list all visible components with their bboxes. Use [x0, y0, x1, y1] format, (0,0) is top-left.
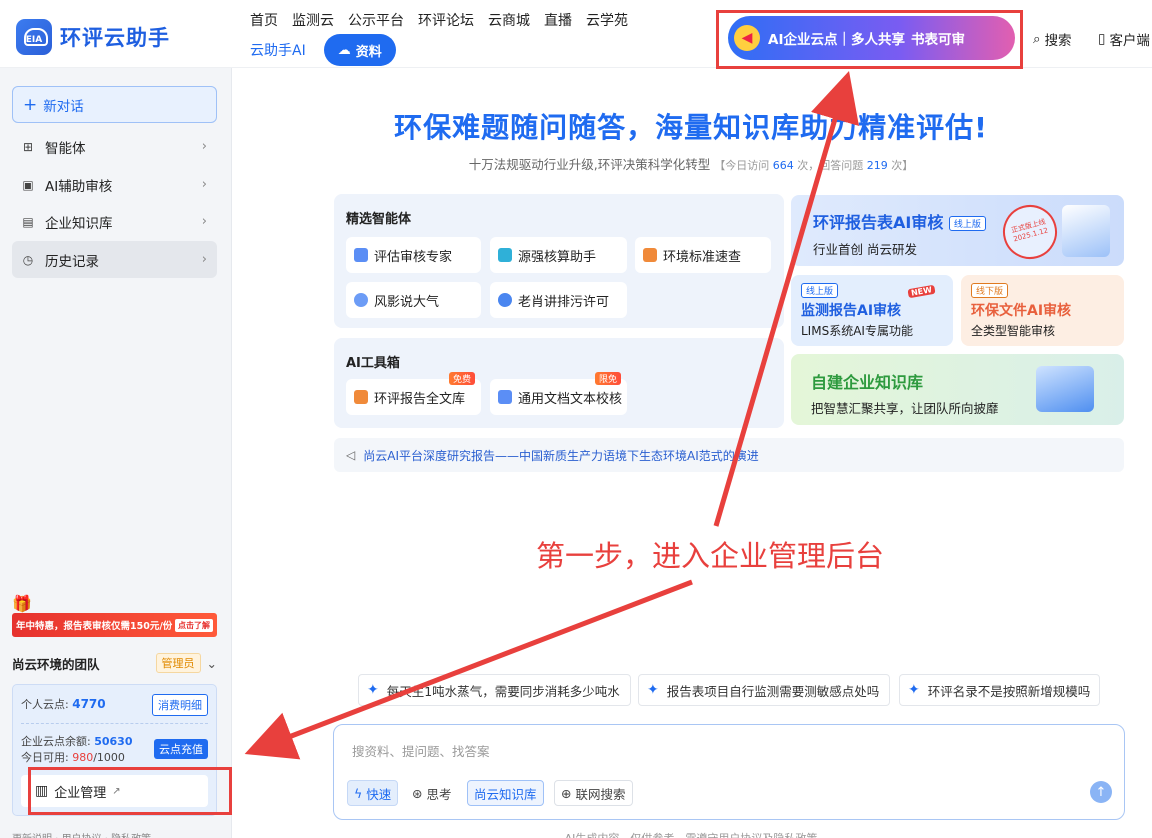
agent-standard-lookup[interactable]: 环境标准速查 — [635, 237, 771, 273]
chevron-right-icon: › — [201, 177, 207, 192]
divider — [21, 723, 208, 724]
materials-button[interactable]: ☁ 资料 — [323, 34, 396, 66]
ai-toolbox-panel: AI工具箱 环评报告全文库 免费 通用文档文本校核 限免 — [334, 338, 784, 428]
chevron-right-icon: › — [201, 139, 207, 154]
grid-icon: ⊞ — [22, 139, 34, 154]
chat-input-box[interactable]: 搜资料、提问题、找答案 ϟ 快速 ⊛ 思考 尚云知识库 ⊕ 联网搜索 ↑ — [333, 724, 1125, 820]
agent-icon — [354, 248, 368, 262]
agent-icon — [643, 248, 657, 262]
sparkle-icon: ✦ — [367, 682, 379, 698]
role-badge: 管理员 — [155, 653, 201, 673]
nav-cloud-mall[interactable]: 云商城 — [488, 10, 530, 30]
sparkle-icon: ✦ — [908, 682, 920, 698]
ai-icon: ▣ — [22, 177, 34, 192]
hero-title: 环保难题随问随答，海量知识库助力精准评估! — [394, 111, 988, 144]
promo-banner[interactable]: 年中特惠，报告表审核仅需150元/份 点击了解 — [12, 613, 217, 637]
sidebar-item-agents[interactable]: ⊞ 智能体 › — [12, 128, 217, 165]
chevron-right-icon: › — [201, 252, 207, 267]
annotation-box-banner — [716, 10, 1023, 69]
suggestion-chip[interactable]: ✦ 环评名录不是按照新增规模吗 — [899, 674, 1100, 706]
chevron-down-icon: ⌄ — [206, 655, 217, 671]
card-enterprise-kb[interactable]: 自建企业知识库 把智慧汇聚共享，让团队所向披靡 — [791, 354, 1124, 425]
app-logo[interactable]: EIA 环评云助手 — [16, 19, 170, 55]
sidebar-item-knowledge-base[interactable]: ▤ 企业知识库 › — [12, 203, 217, 240]
client-link[interactable]: ▯ 客户端 — [1098, 29, 1150, 49]
new-badge: NEW — [907, 284, 936, 299]
sidebar: + 新对话 ⊞ 智能体 › ▣ AI辅助审核 › ▤ 企业知识库 › ◷ 历史记… — [0, 68, 232, 838]
knowledge-base-toggle[interactable]: 尚云知识库 — [467, 780, 544, 806]
card-monitoring-review[interactable]: 线上版 监测报告AI审核 NEW LIMS系统AI专属功能 — [791, 275, 953, 346]
new-chat-button[interactable]: + 新对话 — [12, 86, 217, 123]
suggestion-chip[interactable]: ✦ 每天生1吨水蒸气，需要同步消耗多少吨水 — [358, 674, 631, 706]
suggestion-chip[interactable]: ✦ 报告表项目自行监测需要测敏感点处吗 — [638, 674, 890, 706]
knowledge-illustration-icon — [1036, 366, 1094, 412]
agent-icon — [498, 293, 512, 307]
nav-public-platform[interactable]: 公示平台 — [348, 10, 404, 30]
gift-icon: 🎁 — [12, 594, 32, 613]
top-header: EIA 环评云助手 首页 监测云 公示平台 环评论坛 云商城 直播 云学苑 云助… — [0, 0, 1152, 69]
chevron-right-icon: › — [201, 214, 207, 229]
globe-icon: ⊕ — [561, 785, 572, 801]
card-env-file-review[interactable]: 线下版 环保文件AI审核 全类型智能审核 — [961, 275, 1124, 346]
annotation-box-enterprise — [28, 767, 232, 815]
speaker-icon: ◁ — [346, 448, 356, 462]
personal-points: 个人云点: 4770 — [21, 697, 106, 711]
sparkle-icon: ✦ — [647, 682, 659, 698]
agent-permit[interactable]: 老肖讲排污许可 — [490, 282, 627, 318]
annotation-step-one: 第一步，进入企业管理后台 — [536, 539, 885, 573]
document-icon — [354, 390, 368, 404]
agent-review-expert[interactable]: 评估审核专家 — [346, 237, 481, 273]
nav-monitor-cloud[interactable]: 监测云 — [292, 10, 334, 30]
cloud-logo-icon: EIA — [16, 19, 52, 55]
tool-report-library[interactable]: 环评报告全文库 免费 — [346, 372, 481, 415]
search-icon: ⌕ — [1033, 31, 1041, 47]
nav-live[interactable]: 直播 — [544, 10, 572, 30]
phone-icon: ▯ — [1098, 31, 1106, 47]
nav-forum[interactable]: 环评论坛 — [418, 10, 474, 30]
arrow-up-icon: ↑ — [1095, 784, 1107, 800]
mode-fast-toggle[interactable]: ϟ 快速 — [347, 780, 399, 806]
team-selector[interactable]: 尚云环境的团队 管理员 ⌄ — [12, 653, 217, 673]
ai-disclaimer: AI生成内容，仅供参考，需遵守用户协议及隐私政策 — [0, 830, 1152, 838]
sidebar-item-history[interactable]: ◷ 历史记录 › — [12, 241, 217, 278]
agent-source-calc[interactable]: 源强核算助手 — [490, 237, 627, 273]
agent-icon — [498, 248, 512, 262]
cloud-upload-icon: ☁ — [337, 42, 351, 58]
search-link[interactable]: ⌕ 搜索 — [1033, 29, 1072, 49]
plus-icon: + — [23, 94, 38, 115]
nav-academy[interactable]: 云学苑 — [586, 10, 628, 30]
app-name: 环评云助手 — [60, 26, 170, 50]
atom-icon: ⊛ — [412, 785, 423, 801]
nav-home[interactable]: 首页 — [250, 10, 278, 30]
secondary-nav: 云助手AI ☁ 资料 — [250, 34, 396, 66]
agent-icon — [354, 293, 368, 307]
hero-subtitle: 十万法规驱动行业升级,环评决策科学化转型 【今日访问 664 次，回答问题 21… — [468, 157, 914, 172]
featured-agents-panel: 精选智能体 评估审核专家 源强核算助手 环境标准速查 风影说大气 老肖讲排污许可 — [334, 194, 784, 328]
card-report-table-review[interactable]: 环评报告表AI审核 线上版 行业首创 尚云研发 正式版上线 2025.1.12 — [791, 195, 1124, 266]
announcement-bar[interactable]: ◁ 尚云AI平台深度研究报告——中国新质生产力语境下生态环境AI范式的演进 — [334, 438, 1124, 472]
today-available: 今日可用: 980/1000 — [21, 751, 125, 764]
document-icon — [498, 390, 512, 404]
mode-think-toggle[interactable]: ⊛ 思考 — [406, 780, 458, 806]
enterprise-balance: 企业云点余额: 50630 — [21, 735, 133, 748]
main-nav: 首页 监测云 公示平台 环评论坛 云商城 直播 云学苑 — [250, 10, 628, 30]
sidebar-item-ai-review[interactable]: ▣ AI辅助审核 › — [12, 166, 217, 203]
clock-icon: ◷ — [22, 252, 34, 267]
nav-assistant-ai[interactable]: 云助手AI — [250, 40, 306, 60]
web-search-toggle[interactable]: ⊕ 联网搜索 — [554, 780, 633, 806]
recharge-button[interactable]: 云点充值 — [154, 739, 208, 759]
send-button[interactable]: ↑ — [1090, 781, 1112, 803]
launch-stamp: 正式版上线 2025.1.12 — [996, 198, 1064, 266]
tool-text-proofread[interactable]: 通用文档文本校核 限免 — [490, 372, 627, 415]
book-icon: ▤ — [22, 214, 34, 229]
consumption-detail-button[interactable]: 消费明细 — [152, 694, 208, 716]
document-illustration-icon — [1062, 205, 1110, 257]
lightning-icon: ϟ — [354, 785, 363, 801]
chat-input[interactable]: 搜资料、提问题、找答案 — [352, 741, 490, 760]
agent-air[interactable]: 风影说大气 — [346, 282, 481, 318]
